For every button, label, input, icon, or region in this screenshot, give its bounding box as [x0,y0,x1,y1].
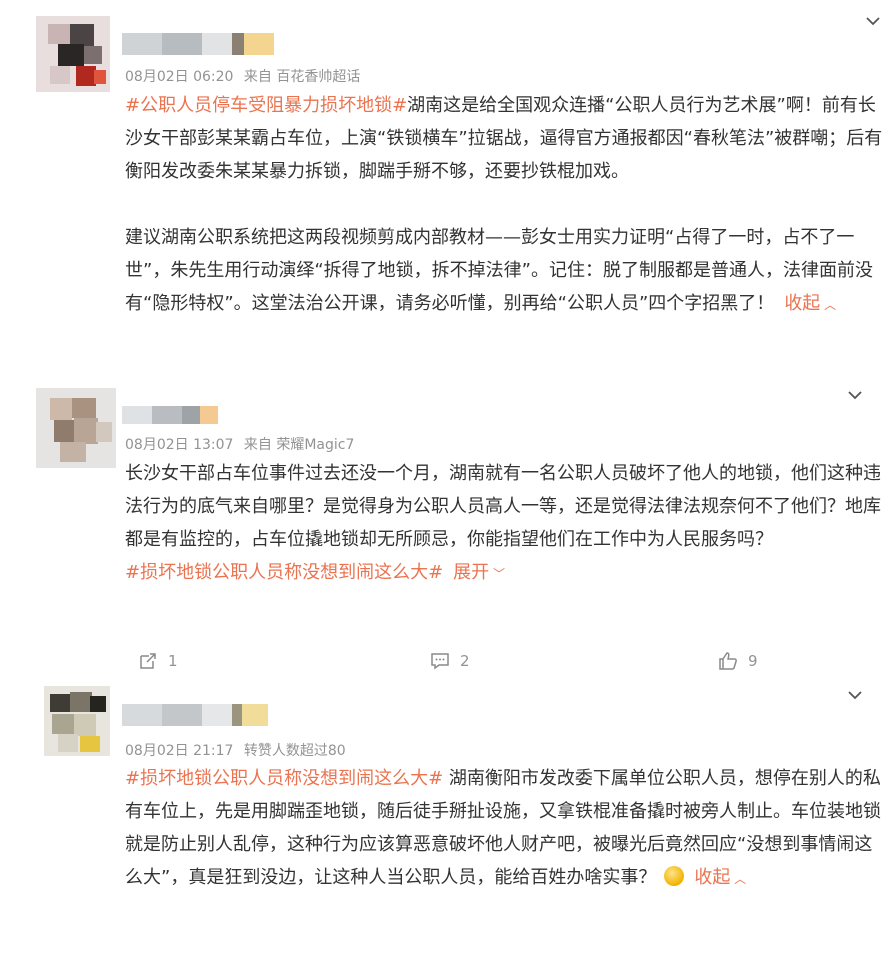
thumbs-up-icon [719,652,737,670]
post-body: #损坏地锁公职人员称没想到闹这么大# 湖南衡阳市发改委下属单位公职人员，想停在别… [125,762,885,896]
chevron-up-icon: ︿ [730,872,747,886]
avatar[interactable] [44,686,110,756]
paragraph: #损坏地锁公职人员称没想到闹这么大# 湖南衡阳市发改委下属单位公职人员，想停在别… [125,762,885,896]
post-source: 来自 荣耀Magic7 [243,437,355,453]
paragraph: 建议湖南公职系统把这两段视频剪成内部教材——彭女士用实力证明“占得了一时，占不了… [125,221,885,322]
comment-icon [431,653,449,670]
paragraph: 长沙女干部占车位事件过去还没一个月，湖南就有一名公职人员破坏了他人的地锁，他们这… [125,463,881,550]
comment-button[interactable]: 2 [430,651,470,671]
post-meta: 08月02日 13:07 来自 荣耀Magic7 [125,434,360,454]
repost-button[interactable]: 1 [138,651,178,671]
avatar[interactable] [36,16,110,92]
post-source: 来自 百花香帅超话 [243,69,361,85]
avatar[interactable] [36,388,116,468]
username[interactable] [122,406,218,424]
post-2: 08月02日 13:07 来自 荣耀Magic7 长沙女干部占车位事件过去还没一… [0,380,896,680]
post-2-actions: 1 2 9 [138,651,878,675]
chevron-down-icon[interactable] [844,384,866,406]
repost-count: 1 [168,652,178,670]
post-3: 08月02日 21:17 转赞人数超过80 #损坏地锁公职人员称没想到闹这么大#… [0,680,896,955]
collapse-button[interactable]: 收起 ︿ [784,293,836,314]
expand-button[interactable]: 展开 ﹀ [453,562,505,583]
chevron-down-icon[interactable] [862,10,884,32]
paragraph: #损坏地锁公职人员称没想到闹这么大# 展开 ﹀ [125,556,885,591]
post-meta: 08月02日 06:20 来自 百花香帅超话 [125,66,366,86]
chevron-up-icon: ︿ [820,298,837,312]
comment-count: 2 [460,652,470,670]
post-body: 长沙女干部占车位事件过去还没一个月，湖南就有一名公职人员破坏了他人的地锁，他们这… [125,457,885,591]
collapse-button[interactable]: 收起 ︿ [694,867,746,888]
post-date: 08月02日 13:07 [125,437,234,453]
paragraph: #公职人员停车受阻暴力损坏地锁#湖南这是给全国观众连播“公职人员行为艺术展”啊！… [125,89,885,188]
paragraph-text: 建议湖南公职系统把这两段视频剪成内部教材——彭女士用实力证明“占得了一时，占不了… [125,227,873,314]
post-body: #公职人员停车受阻暴力损坏地锁#湖南这是给全国观众连播“公职人员行为艺术展”啊！… [125,89,885,322]
chevron-down-icon[interactable] [844,684,866,706]
coin-emoji-icon [664,866,685,886]
like-button[interactable]: 9 [718,651,758,671]
post-date: 08月02日 21:17 [125,743,234,759]
hashtag-link[interactable]: #公职人员停车受阻暴力损坏地锁# [125,95,407,116]
username[interactable] [122,33,274,55]
username[interactable] [122,704,268,726]
repost-icon [140,653,156,669]
chevron-down-small-icon: ﹀ [489,567,505,581]
post-meta: 08月02日 21:17 转赞人数超过80 [125,740,352,760]
hashtag-link[interactable]: #损坏地锁公职人员称没想到闹这么大# [125,562,443,583]
post-1: 08月02日 06:20 来自 百花香帅超话 #公职人员停车受阻暴力损坏地锁#湖… [0,0,896,370]
hashtag-link[interactable]: #损坏地锁公职人员称没想到闹这么大# [125,768,443,789]
post-source: 转赞人数超过80 [243,743,346,759]
like-count: 9 [748,652,758,670]
post-date: 08月02日 06:20 [125,69,234,85]
